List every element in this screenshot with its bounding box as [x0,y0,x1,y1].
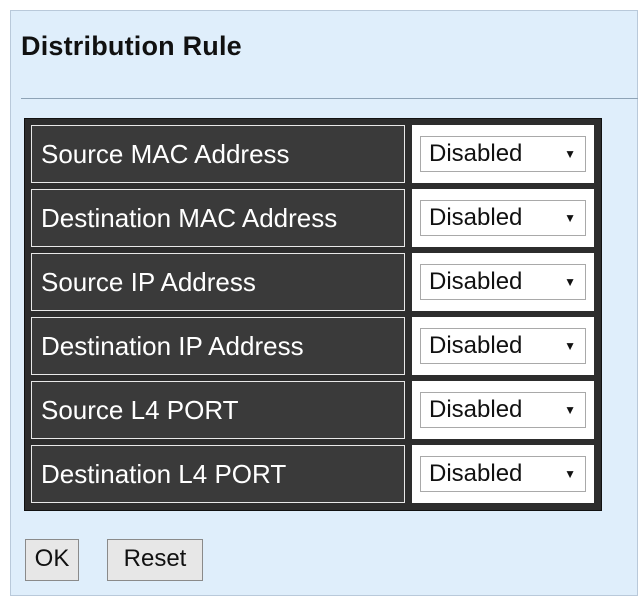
distribution-rule-panel: Distribution Rule Source MAC Address Dis… [10,10,638,596]
destination-l4-port-selected-value: Disabled [429,460,523,487]
destination-mac-selected-value: Disabled [429,204,523,231]
source-ip-selected-value: Disabled [429,268,523,295]
source-l4-port-selected-value: Disabled [429,396,523,423]
rule-label-destination-l4-port: Destination L4 PORT [31,445,405,503]
destination-mac-select[interactable]: Disabled ▼ [420,200,586,236]
rule-label-source-ip: Source IP Address [31,253,405,311]
page-title: Distribution Rule [21,31,242,61]
rule-value-cell-destination-mac: Disabled ▼ [412,189,594,247]
rule-value-cell-source-l4-port: Disabled ▼ [412,381,594,439]
rule-value-cell-source-ip: Disabled ▼ [412,253,594,311]
source-ip-select[interactable]: Disabled ▼ [420,264,586,300]
source-l4-port-select[interactable]: Disabled ▼ [420,392,586,428]
caret-down-icon: ▼ [564,211,576,225]
caret-down-icon: ▼ [564,403,576,417]
caret-down-icon: ▼ [564,339,576,353]
rule-value-cell-source-mac: Disabled ▼ [412,125,594,183]
source-mac-selected-value: Disabled [429,140,523,167]
reset-button[interactable]: Reset [107,539,203,581]
destination-l4-port-select[interactable]: Disabled ▼ [420,456,586,492]
caret-down-icon: ▼ [564,275,576,289]
rule-label-source-mac: Source MAC Address [31,125,405,183]
rule-label-source-l4-port: Source L4 PORT [31,381,405,439]
destination-ip-select[interactable]: Disabled ▼ [420,328,586,364]
destination-ip-selected-value: Disabled [429,332,523,359]
caret-down-icon: ▼ [564,147,576,161]
caret-down-icon: ▼ [564,467,576,481]
title-divider [21,98,638,99]
source-mac-select[interactable]: Disabled ▼ [420,136,586,172]
rule-label-destination-mac: Destination MAC Address [31,189,405,247]
ok-button[interactable]: OK [25,539,79,581]
rule-value-cell-destination-ip: Disabled ▼ [412,317,594,375]
rule-label-destination-ip: Destination IP Address [31,317,405,375]
rule-value-cell-destination-l4-port: Disabled ▼ [412,445,594,503]
distribution-rule-table: Source MAC Address Disabled ▼ Destinatio… [24,118,602,511]
